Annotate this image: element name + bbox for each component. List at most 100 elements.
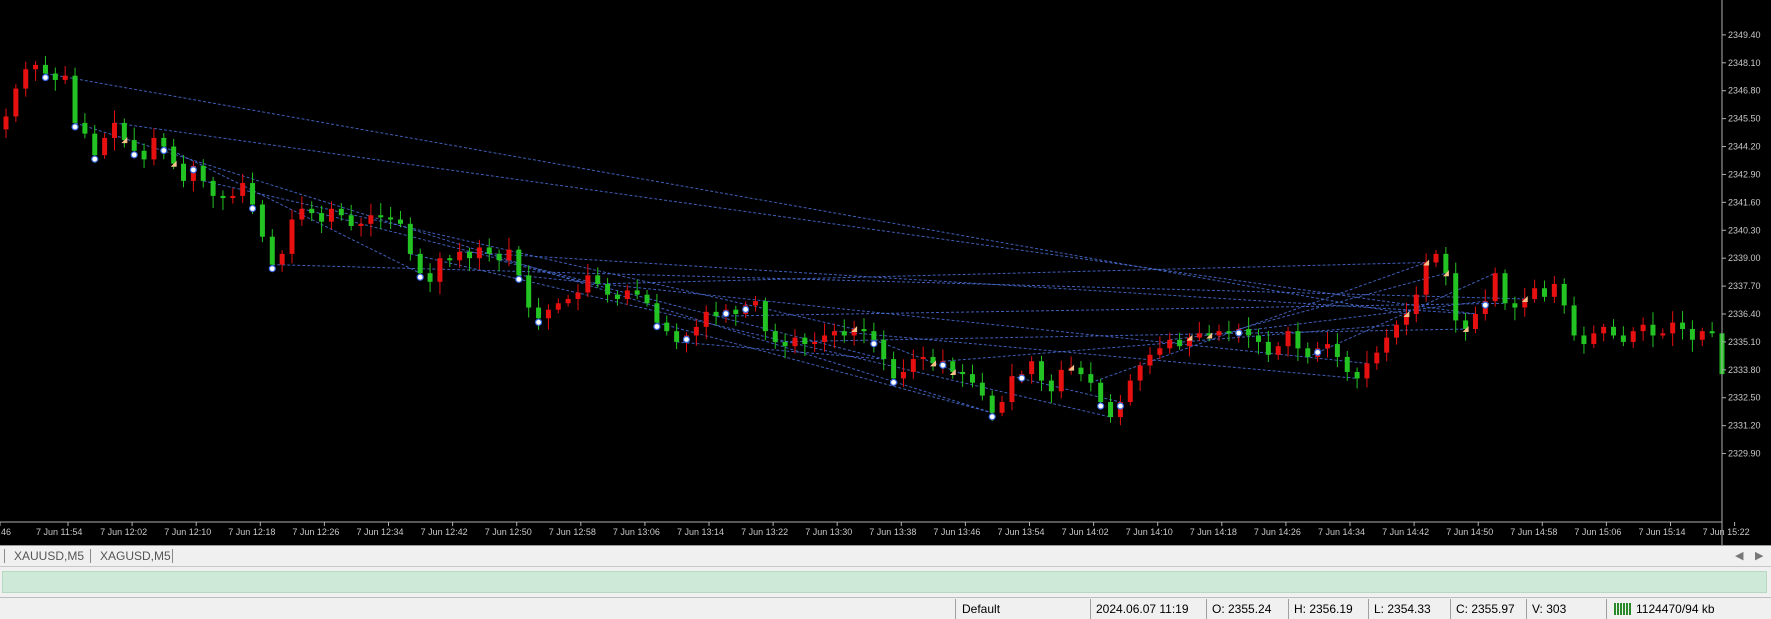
candle-body [457, 251, 463, 261]
time-tick-label: 7 Jun 13:14 [677, 527, 724, 537]
time-tick-label: 7 Jun 13:06 [613, 527, 660, 537]
candle-body [1689, 329, 1695, 340]
time-tick-label: 7 Jun 14:42 [1382, 527, 1429, 537]
candle-body [782, 341, 788, 347]
candle-body [969, 374, 975, 383]
time-tick-label: 7 Jun 13:22 [741, 527, 788, 537]
candle-body [388, 217, 394, 220]
candle-body [812, 341, 818, 345]
status-separator [1206, 599, 1207, 619]
candle-body [1255, 335, 1261, 342]
candle-body [3, 116, 9, 130]
connection-bars-icon[interactable] [1614, 603, 1632, 615]
tab-xagusd-m5[interactable]: XAGUSD,M5 [96, 548, 175, 565]
time-tick-label: 7 Jun 14:10 [1126, 527, 1173, 537]
candle-body [1640, 324, 1646, 332]
candle-body [1472, 314, 1478, 330]
arrow-marker [268, 265, 276, 273]
tab-xauusd-m5[interactable]: XAUUSD,M5 [10, 548, 88, 565]
candle-body [1137, 365, 1143, 381]
candle-body [871, 331, 877, 340]
candlestick-chart-svg[interactable]: 2349.40 2348.10 2346.80 2345.50 2344.20 2342.… [0, 0, 1771, 545]
candle-body [1611, 326, 1617, 336]
arrow-marker [1235, 329, 1243, 337]
candle-body [299, 208, 305, 220]
candle-body [72, 75, 78, 123]
candle-body [1078, 367, 1084, 375]
candle-body [1423, 262, 1429, 295]
arrow-marker [653, 322, 661, 331]
candle-body [920, 356, 926, 360]
price-tick-label: 2333.80 [1728, 365, 1761, 375]
time-tick-label: 7 Jun 14:34 [1318, 527, 1365, 537]
candle-body [861, 329, 867, 332]
candle-body [407, 223, 413, 254]
candle-body [536, 307, 542, 319]
candle-body [171, 146, 177, 164]
arrow-marker [722, 310, 730, 318]
candle-body [516, 249, 522, 276]
candle-body [1354, 371, 1360, 379]
time-tick-label: 7 Jun 14:58 [1510, 527, 1557, 537]
profile-name[interactable]: Default [962, 602, 1000, 616]
candle-body [476, 247, 482, 259]
bar-volume: V: 303 [1532, 602, 1567, 616]
candle-body [506, 249, 512, 261]
candle-body [841, 331, 847, 336]
arrow-marker [534, 318, 543, 326]
candle-body [52, 73, 58, 80]
candle-body [1433, 253, 1439, 263]
candle-body [1058, 369, 1064, 392]
candle-body [1571, 305, 1577, 336]
arrow-marker [248, 204, 257, 213]
candle-body [664, 322, 670, 332]
traffic-counter: 1124470/94 kb [1636, 602, 1715, 616]
candle-body [1334, 344, 1340, 357]
price-tick-label: 2348.10 [1728, 58, 1761, 68]
price-chart[interactable]: 2349.40 2348.10 2346.80 2345.50 2344.20 2342.… [0, 0, 1771, 545]
candle-body [900, 371, 906, 379]
arrow-marker [889, 378, 898, 387]
tab-separator [172, 549, 173, 563]
candle-body [1551, 283, 1557, 297]
status-separator [1450, 599, 1451, 619]
time-tick-label: 7 Jun 14:02 [1062, 527, 1109, 537]
candle-body [674, 331, 680, 342]
candle-body [397, 219, 403, 224]
candle-body [230, 195, 236, 199]
candle-body [1048, 380, 1054, 392]
candle-body [595, 275, 601, 284]
tab-separator [4, 549, 5, 563]
time-tick-label: 7 Jun 12:50 [485, 527, 532, 537]
candle-body [1088, 374, 1094, 383]
price-tick-label: 2346.80 [1728, 86, 1761, 96]
candle-body [250, 183, 256, 205]
candle-body [585, 275, 591, 293]
arrow-marker [1116, 402, 1125, 410]
candle-body [1009, 376, 1015, 403]
candle-body [486, 247, 492, 254]
candle-body [733, 309, 739, 314]
candle-body [309, 208, 315, 214]
bar-low: L: 2354.33 [1374, 602, 1431, 616]
candle-body [545, 309, 551, 319]
candle-body [417, 253, 423, 274]
arrow-marker [1481, 301, 1489, 309]
trendline [459, 251, 1476, 315]
candle-body [713, 311, 719, 317]
candle-body [1670, 322, 1676, 334]
bar-high: H: 2356.19 [1294, 602, 1353, 616]
candle-body [82, 122, 88, 134]
candle-body [1305, 348, 1311, 357]
price-tick-label: 2345.50 [1728, 114, 1761, 124]
arrow-marker [130, 151, 138, 159]
bar-close: C: 2355.97 [1456, 602, 1515, 616]
status-separator [1368, 599, 1369, 619]
price-tick-label: 2335.10 [1728, 337, 1761, 347]
scroll-left-icon[interactable]: ◀ [1735, 549, 1743, 562]
candle-body [1630, 331, 1636, 342]
candle-body [1216, 331, 1222, 336]
scroll-right-icon[interactable]: ▶ [1755, 549, 1763, 562]
time-tick-label: 7 Jun 14:18 [1190, 527, 1237, 537]
arrow-marker [515, 275, 523, 283]
